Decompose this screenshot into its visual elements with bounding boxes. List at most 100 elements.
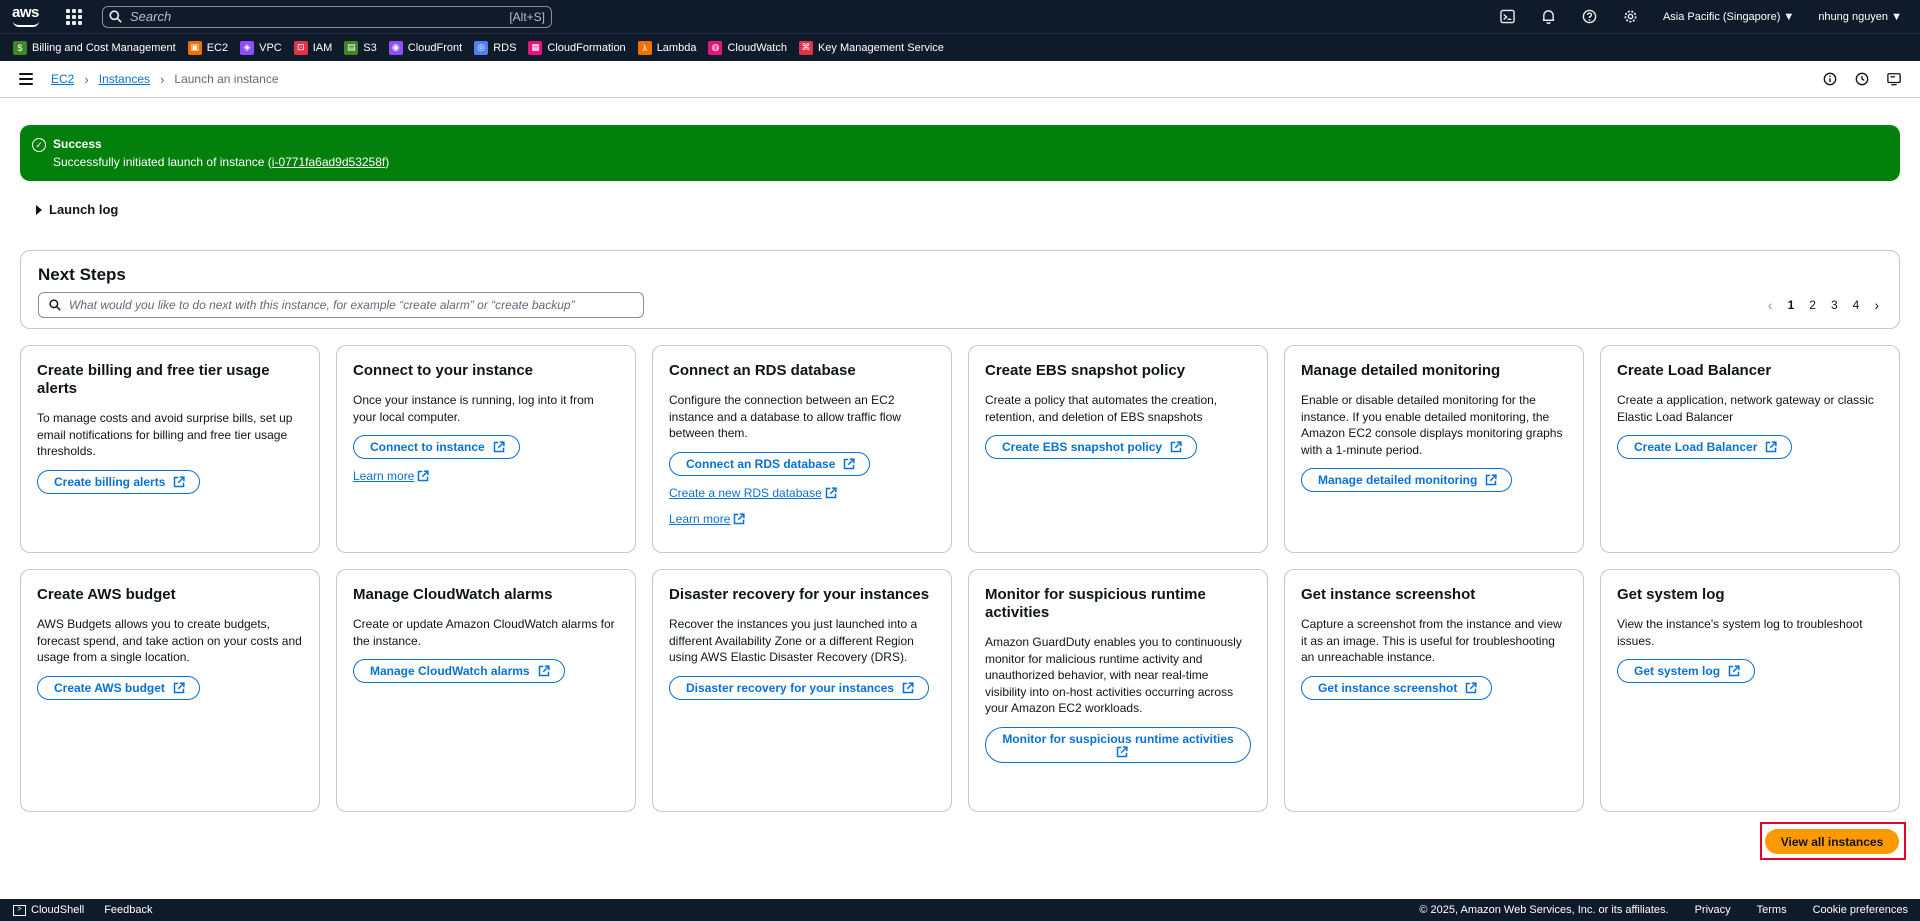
card-title: Disaster recovery for your instances xyxy=(669,586,930,603)
card-link[interactable]: Learn more xyxy=(669,512,935,526)
card-action-button[interactable]: Create AWS budget xyxy=(37,675,200,700)
card-link-label: Create a new RDS database xyxy=(669,485,822,500)
card-link[interactable]: Create a new RDS database xyxy=(669,486,935,500)
external-link-icon xyxy=(173,475,185,488)
search-icon xyxy=(109,10,122,23)
external-link-icon xyxy=(538,665,550,677)
card-create-load-balancer: Create Load Balancer Create a application… xyxy=(1600,345,1900,553)
card-action-button[interactable]: Connect to instance xyxy=(353,435,520,459)
external-link-icon xyxy=(1170,441,1182,453)
next-steps-search-input[interactable]: What would you like to do next with this… xyxy=(38,292,644,318)
card-action-button[interactable]: Manage CloudWatch alarms xyxy=(353,659,565,683)
favorite-iam[interactable]: ⊡ IAM xyxy=(293,40,332,55)
service-icon: ▣ xyxy=(187,40,202,55)
card-disaster-recovery-for-your-instances: Disaster recovery for your instances Reco… xyxy=(652,569,952,812)
card-get-system-log: Get system log View the instance's system… xyxy=(1600,569,1900,812)
feedback-link[interactable]: Feedback xyxy=(104,904,152,916)
external-link-icon xyxy=(1116,745,1128,758)
card-link[interactable]: Learn more xyxy=(353,469,619,483)
card-title: Get instance screenshot xyxy=(1301,586,1476,603)
card-connect-to-your-instance: Connect to your instance Once your instan… xyxy=(336,345,636,553)
service-icon: ◉ xyxy=(388,40,403,55)
favorite-cloudfront[interactable]: ◉ CloudFront xyxy=(388,40,462,55)
card-action-label: Create EBS snapshot policy xyxy=(1002,440,1163,454)
instance-id-link[interactable]: i-0771fa6ad9d53258f xyxy=(272,155,385,169)
launch-log-toggle[interactable]: Launch log xyxy=(36,202,118,217)
card-action-button[interactable]: Disaster recovery for your instances xyxy=(669,675,930,700)
page-3[interactable]: 3 xyxy=(1831,298,1838,312)
favorite-cloudwatch[interactable]: ◍ CloudWatch xyxy=(708,40,787,55)
favorite-s3[interactable]: ▤ S3 xyxy=(344,40,377,55)
copyright-text: © 2025, Amazon Web Services, Inc. or its… xyxy=(1419,904,1669,916)
privacy-link[interactable]: Privacy xyxy=(1695,904,1731,916)
cloudshell-icon[interactable] xyxy=(1499,8,1517,26)
notifications-bell-icon[interactable] xyxy=(1540,8,1558,26)
page-4[interactable]: 4 xyxy=(1853,298,1860,312)
chevron-right-icon: › xyxy=(160,71,165,87)
chevron-right-icon: › xyxy=(84,71,89,87)
card-get-instance-screenshot: Get instance screenshot Capture a screens… xyxy=(1284,569,1584,812)
card-title: Manage detailed monitoring xyxy=(1301,362,1501,379)
history-icon[interactable] xyxy=(1854,71,1870,87)
favorite-label: EC2 xyxy=(206,41,229,54)
cookie-preferences-link[interactable]: Cookie preferences xyxy=(1813,904,1908,916)
favorite-label: RDS xyxy=(493,41,517,54)
info-icon[interactable] xyxy=(1822,71,1838,87)
services-menu-icon[interactable] xyxy=(66,8,82,25)
view-all-instances-button[interactable]: View all instances xyxy=(1765,829,1899,854)
aws-logo[interactable]: aws xyxy=(12,4,42,29)
favorite-label: CloudFormation xyxy=(547,41,626,54)
page-1[interactable]: 1 xyxy=(1788,298,1795,312)
card-action-button[interactable]: Get instance screenshot xyxy=(1301,675,1493,700)
user-menu[interactable]: nhung nguyen ▼ xyxy=(1818,11,1902,23)
chevron-right-icon[interactable]: › xyxy=(1874,297,1879,313)
help-icon[interactable] xyxy=(1581,8,1599,26)
search-placeholder: Search xyxy=(130,9,172,24)
cloudshell-label: CloudShell xyxy=(31,904,85,916)
card-link-label: Learn more xyxy=(353,469,415,483)
card-action-button[interactable]: Get system log xyxy=(1617,659,1756,683)
terminal-icon: > xyxy=(13,904,26,916)
favorite-billing-and-cost-management[interactable]: $ Billing and Cost Management xyxy=(13,40,176,55)
chevron-left-icon[interactable]: ‹ xyxy=(1768,297,1773,313)
footer: > CloudShell Feedback © 2025, Amazon Web … xyxy=(0,899,1920,921)
global-search-input[interactable]: Search [Alt+S] xyxy=(102,5,552,28)
card-action-button[interactable]: Monitor for suspicious runtime activitie… xyxy=(985,726,1251,763)
terms-link[interactable]: Terms xyxy=(1757,904,1787,916)
side-navigation-menu-icon[interactable] xyxy=(19,73,33,85)
card-title: Create Load Balancer xyxy=(1617,362,1772,379)
card-action-button[interactable]: Create EBS snapshot policy xyxy=(985,435,1198,459)
card-monitor-for-suspicious-runtime-activities: Monitor for suspicious runtime activitie… xyxy=(968,569,1268,812)
card-action-label: Create AWS budget xyxy=(54,680,165,695)
favorite-ec2[interactable]: ▣ EC2 xyxy=(187,40,229,55)
success-check-icon: ✓ xyxy=(32,138,46,152)
card-title: Create AWS budget xyxy=(37,586,176,603)
favorite-cloudformation[interactable]: ▦ CloudFormation xyxy=(528,40,626,55)
card-action-button[interactable]: Create Load Balancer xyxy=(1617,435,1793,459)
settings-gear-icon[interactable] xyxy=(1622,8,1640,26)
card-description: Amazon GuardDuty enables you to continuo… xyxy=(985,635,1242,715)
card-action-label: Disaster recovery for your instances xyxy=(686,680,895,695)
card-action-button[interactable]: Create billing alerts xyxy=(37,469,201,494)
card-action-label: Connect an RDS database xyxy=(686,456,836,471)
card-title: Manage CloudWatch alarms xyxy=(353,586,553,603)
external-link-icon xyxy=(1765,441,1778,453)
card-create-billing-and-free-tier-usage-alerts: Create billing and free tier usage alert… xyxy=(20,345,320,553)
breadcrumb-ec2[interactable]: EC2 xyxy=(51,72,74,86)
region-selector[interactable]: Asia Pacific (Singapore) ▼ xyxy=(1663,11,1794,23)
favorite-vpc[interactable]: ◈ VPC xyxy=(240,40,282,55)
pagination: ‹ 1 2 3 4 › xyxy=(1753,297,1879,313)
card-action-button[interactable]: Manage detailed monitoring xyxy=(1301,468,1513,492)
card-action-label: Connect to instance xyxy=(370,440,485,454)
page-2[interactable]: 2 xyxy=(1809,298,1816,312)
favorite-label: VPC xyxy=(259,41,282,54)
breadcrumb-instances[interactable]: Instances xyxy=(99,72,150,86)
card-action-button[interactable]: Connect an RDS database xyxy=(669,451,871,476)
cloudshell-footer-button[interactable]: > CloudShell xyxy=(13,904,84,916)
favorite-rds[interactable]: ◎ RDS xyxy=(474,40,517,55)
external-link-icon xyxy=(173,681,185,694)
banner-message-suffix: ) xyxy=(385,155,390,169)
display-preferences-icon[interactable] xyxy=(1886,71,1902,87)
favorite-lambda[interactable]: λ Lambda xyxy=(637,40,696,55)
favorite-key-management-service[interactable]: ⌘ Key Management Service xyxy=(798,40,944,55)
